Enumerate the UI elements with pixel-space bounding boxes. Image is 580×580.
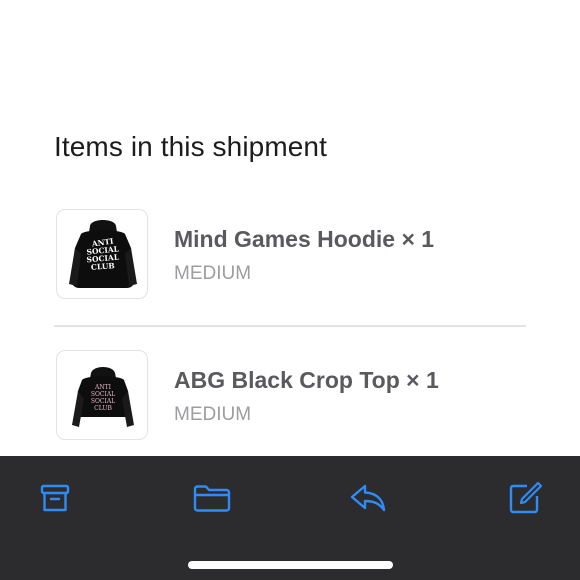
crop-top-image: ANTI SOCIAL SOCIAL CLUB bbox=[72, 367, 134, 427]
shipment-item[interactable]: ANTI SOCIAL SOCIAL CLUB ABG Black Crop T… bbox=[56, 350, 526, 442]
product-image-crop-top[interactable]: ANTI SOCIAL SOCIAL CLUB bbox=[56, 350, 148, 440]
reply-icon bbox=[350, 484, 386, 512]
home-indicator[interactable] bbox=[188, 561, 393, 569]
move-to-folder-button[interactable] bbox=[190, 478, 234, 518]
product-image-hoodie[interactable]: ANTI SOCIAL SOCIAL CLUB bbox=[56, 209, 148, 299]
compose-icon bbox=[509, 481, 543, 514]
folder-icon bbox=[193, 485, 231, 512]
compose-button[interactable] bbox=[503, 478, 547, 518]
crop-print-line: SOCIAL bbox=[91, 391, 115, 398]
archive-icon bbox=[40, 484, 70, 512]
crop-print-line: ANTI bbox=[94, 384, 112, 391]
shipment-item[interactable]: ANTI SOCIAL SOCIAL CLUB Mind Games Hoodi… bbox=[56, 209, 526, 301]
hoodie-print-line: CLUB bbox=[91, 261, 115, 272]
divider bbox=[54, 325, 526, 327]
item-name: Mind Games Hoodie × 1 bbox=[174, 226, 435, 252]
item-variant: MEDIUM bbox=[174, 404, 252, 425]
mail-toolbar bbox=[0, 456, 580, 580]
crop-print-line: SOCIAL bbox=[91, 398, 115, 405]
archive-button[interactable] bbox=[33, 478, 77, 518]
section-title: Items in this shipment bbox=[54, 131, 327, 162]
item-name: ABG Black Crop Top × 1 bbox=[174, 367, 439, 393]
item-variant: MEDIUM bbox=[174, 263, 252, 284]
crop-print-line: CLUB bbox=[94, 405, 112, 412]
reply-button[interactable] bbox=[346, 478, 390, 518]
email-view: Items in this shipment ANTI SOCIAL SOCIA… bbox=[0, 0, 580, 580]
hoodie-image: ANTI SOCIAL SOCIAL CLUB bbox=[69, 220, 137, 288]
